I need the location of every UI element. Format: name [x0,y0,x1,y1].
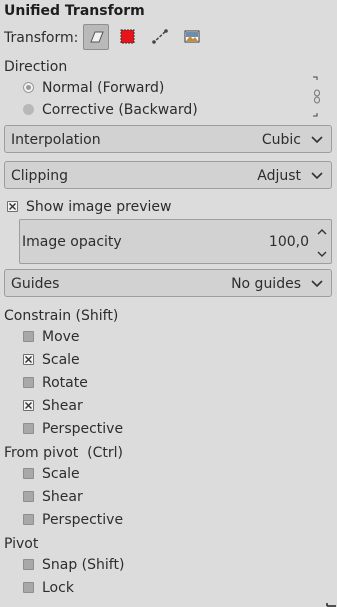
direction-corrective-radio[interactable] [23,104,34,115]
constrain-move-label[interactable]: Move [42,329,80,345]
from-pivot-shear-label[interactable]: Shear [42,489,83,505]
chain-link-icon[interactable] [311,76,323,118]
transform-path-button[interactable] [148,24,174,50]
layer-transform-icon [90,31,104,43]
chevron-down-icon [311,280,323,288]
check-mark-icon [9,203,16,210]
transform-image-button[interactable] [180,24,206,50]
show-preview-checkbox[interactable] [7,201,18,212]
from-pivot-shear-checkbox[interactable] [23,491,34,502]
check-mark-icon [25,402,32,409]
from-pivot-scale-checkbox[interactable] [23,468,34,479]
direction-corrective-label[interactable]: Corrective (Backward) [42,102,198,118]
clipping-dropdown[interactable]: Clipping Adjust [4,161,332,189]
constrain-move-checkbox[interactable] [23,331,34,342]
constrain-perspective-checkbox[interactable] [23,423,34,434]
constrain-shear-label[interactable]: Shear [42,398,83,414]
pivot-lock-checkbox[interactable] [23,582,34,593]
interpolation-label: Interpolation [11,132,101,148]
image-opacity-value: 100,0 [268,234,309,250]
constrain-scale-checkbox[interactable] [23,354,34,365]
direction-normal-radio[interactable] [23,82,34,93]
pivot-snap-checkbox[interactable] [23,559,34,570]
interpolation-dropdown[interactable]: Interpolation Cubic [4,125,332,153]
transform-layer-button[interactable] [83,24,109,50]
pivot-snap-label[interactable]: Snap (Shift) [42,557,124,573]
from-pivot-perspective-checkbox[interactable] [23,514,34,525]
spin-arrows-icon[interactable] [317,228,327,258]
resize-grip-icon[interactable] [326,597,337,607]
guides-value: No guides [231,276,301,292]
show-preview-label[interactable]: Show image preview [26,199,171,215]
tool-options-title: Unified Transform [4,3,145,19]
transform-selection-button[interactable] [116,24,142,50]
clipping-label: Clipping [11,168,68,184]
chevron-down-icon [311,172,323,180]
constrain-rotate-label[interactable]: Rotate [42,375,88,391]
transform-label: Transform: [4,30,79,46]
constrain-perspective-label[interactable]: Perspective [42,421,123,437]
image-transform-icon [184,30,200,43]
direction-label: Direction [4,59,68,75]
guides-label: Guides [11,276,60,292]
chevron-down-icon [311,136,323,144]
selection-transform-icon [120,29,135,44]
pivot-label: Pivot [4,536,39,552]
from-pivot-label: From pivot (Ctrl) [4,445,123,461]
constrain-rotate-checkbox[interactable] [23,377,34,388]
from-pivot-perspective-label[interactable]: Perspective [42,512,123,528]
pivot-lock-label[interactable]: Lock [42,580,74,596]
interpolation-value: Cubic [261,132,301,148]
path-transform-icon [152,29,168,44]
direction-normal-label[interactable]: Normal (Forward) [42,80,164,96]
constrain-shear-checkbox[interactable] [23,400,34,411]
image-opacity-label: Image opacity [22,234,122,250]
constrain-scale-label[interactable]: Scale [42,352,80,368]
clipping-value: Adjust [257,168,301,184]
guides-dropdown[interactable]: Guides No guides [4,269,332,297]
from-pivot-scale-label[interactable]: Scale [42,466,80,482]
constrain-label: Constrain (Shift) [4,308,119,324]
check-mark-icon [25,356,32,363]
image-opacity-spinner[interactable]: Image opacity 100,0 [19,219,332,264]
